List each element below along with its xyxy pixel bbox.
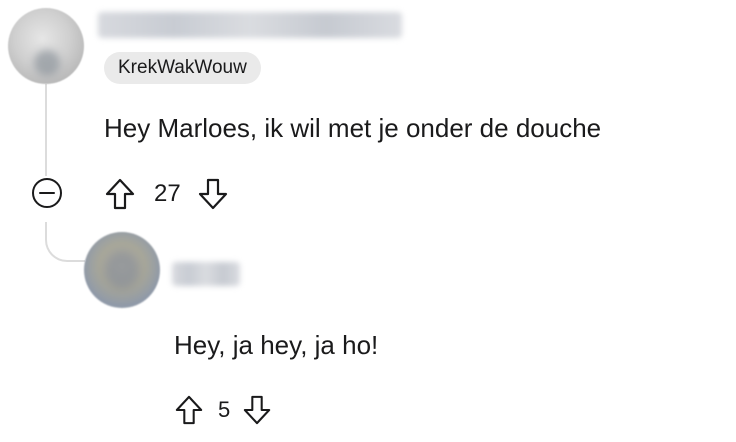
vote-count: 27 [154, 180, 181, 207]
comment-body: Hey, ja hey, ja ho! [174, 330, 379, 360]
collapse-minus-icon [32, 178, 62, 208]
user-flair: KrekWakWouw [104, 52, 261, 84]
upvote-arrow-icon [175, 395, 203, 425]
comment-thread: KrekWakWouw Hey Marloes, ik wil met je o… [0, 0, 736, 442]
vote-count: 5 [218, 397, 231, 422]
collapse-thread-button[interactable] [30, 176, 64, 210]
upvote-button[interactable] [174, 394, 204, 426]
downvote-button[interactable] [242, 394, 272, 426]
upvote-button[interactable] [104, 177, 136, 211]
username-blurred[interactable] [172, 262, 240, 286]
vote-bar: 5 [174, 390, 272, 430]
downvote-arrow-icon [198, 178, 227, 210]
downvote-button[interactable] [197, 177, 229, 211]
username-blurred[interactable] [98, 12, 402, 38]
downvote-arrow-icon [244, 395, 271, 425]
thread-branch-line[interactable] [45, 222, 85, 262]
comment-body: Hey Marloes, ik wil met je onder de douc… [104, 113, 602, 143]
avatar[interactable] [8, 8, 84, 84]
avatar[interactable] [84, 232, 160, 308]
thread-line[interactable] [45, 84, 47, 176]
vote-bar: 27 [104, 174, 229, 214]
upvote-arrow-icon [105, 178, 135, 210]
